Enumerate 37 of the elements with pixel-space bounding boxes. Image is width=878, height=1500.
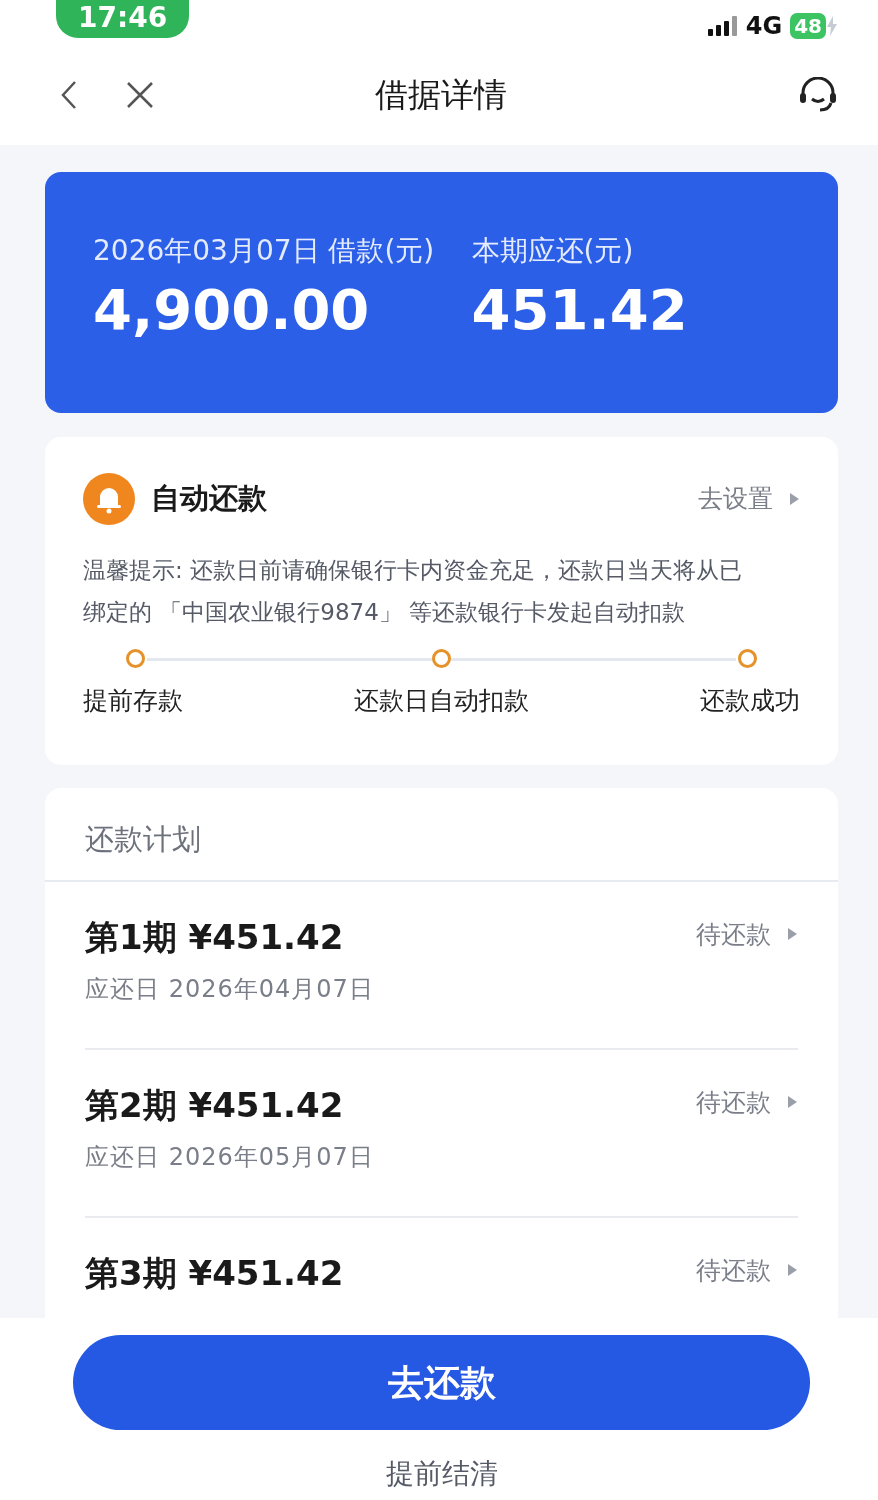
headset-icon[interactable] [798,77,838,113]
bell-icon [83,473,135,525]
section-title: 还款计划 [45,788,838,882]
installment-status[interactable]: 待还款 [696,1251,798,1289]
step-dot [432,649,451,668]
loan-label: 2026年03月07日 借款(元) [93,233,436,269]
installment-title: 第3期 ¥451.42 [85,1251,344,1295]
page-title: 借据详情 [375,75,507,115]
due-amount: 451.42 [471,276,689,344]
installment-status[interactable]: 待还款 [696,1083,798,1121]
notice-text: 温馨提示: 还款日前请确保银行卡内资金充足，还款日当天将从已绑定的 「中国农业银行9874」 等还款银行卡发起自动扣款 [83,556,744,627]
step-label: 提前存款 [83,685,183,717]
installment-status[interactable]: 待还款 [696,915,798,953]
step-label: 还款日自动扣款 [354,685,529,717]
due-date: 应还日 2026年05月07日 [85,1141,374,1173]
loan-amount: 4,900.00 [93,276,371,344]
signal-icon [707,16,738,36]
section-title: 自动还款 [151,480,268,518]
caret-icon [789,492,800,506]
settings-link[interactable]: 去设置 [698,480,800,518]
due-date: 应还日 2026年04月07日 [85,973,374,1005]
repay-button[interactable]: 去还款 [73,1335,810,1430]
installment-title: 第1期 ¥451.42 [85,915,345,959]
caret-icon [787,1095,798,1110]
caret-icon [787,927,798,942]
settle-link[interactable]: 提前结清 [379,1452,504,1496]
installment-title: 第2期 ¥451.42 [85,1083,345,1127]
close-icon[interactable] [126,81,154,109]
back-icon[interactable] [60,80,78,110]
battery-level: 48 [790,13,826,39]
step-label: 还款成功 [700,685,800,717]
caret-icon [787,1263,798,1278]
due-label: 本期应还(元) [471,233,635,269]
step-dot [126,649,145,668]
network-label: 4G [745,11,783,42]
status-time: 17:46 [56,0,190,38]
step-dot [738,649,757,668]
